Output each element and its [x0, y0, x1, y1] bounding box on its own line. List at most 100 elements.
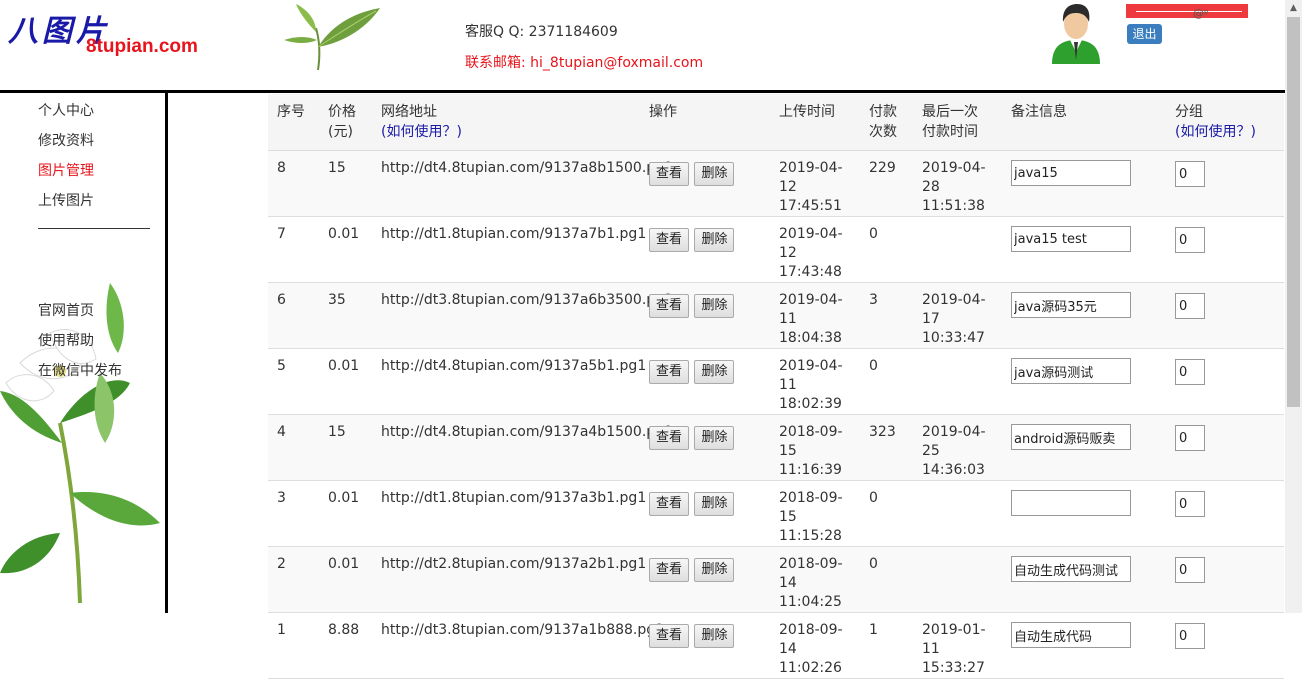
- page-scrollbar[interactable]: ▲: [1285, 0, 1302, 613]
- cell-upload-time: 2019-04-11 18:04:38: [770, 282, 860, 349]
- group-input[interactable]: [1175, 491, 1205, 517]
- cell-price: 0.01: [319, 480, 372, 547]
- cell-ops: 查看 删除: [640, 348, 770, 415]
- delete-button[interactable]: 删除: [694, 228, 735, 252]
- delete-button[interactable]: 删除: [694, 558, 735, 582]
- service-email: 联系邮箱: hi_8tupian@foxmail.com: [465, 55, 704, 71]
- cell-url: http://dt3.8tupian.com/9137a1b888.pg1: [372, 612, 664, 679]
- delete-button[interactable]: 删除: [694, 294, 735, 318]
- cell-price: 15: [319, 414, 372, 481]
- sidebar-divider: [38, 228, 150, 229]
- cell-ops: 查看 删除: [640, 480, 770, 547]
- user-mark: @ᵖ: [1193, 7, 1209, 20]
- header-divider: [0, 90, 1285, 93]
- group-input[interactable]: [1175, 425, 1205, 451]
- cell-price: 15: [319, 150, 372, 217]
- cell-price: 35: [319, 282, 372, 349]
- cell-upload-time: 2018-09-15 11:15:28: [770, 480, 860, 547]
- table-row: 1 8.88 http://dt3.8tupian.com/9137a1b888.p…: [268, 612, 1284, 679]
- cell-upload-time: 2019-04-12 17:45:51: [770, 150, 860, 217]
- image-table-container: 序号 价格 (元) 网络地址 (如何使用？) 操作 上传时间 付款 次数 最后一次 付款…: [268, 94, 1284, 679]
- cell-ops: 查看 删除: [640, 546, 770, 613]
- delete-button[interactable]: 删除: [694, 624, 735, 648]
- sidebar-item-help[interactable]: 使用帮助: [38, 330, 94, 350]
- cell-group: [1166, 612, 1284, 679]
- tea-leaf-icon: [284, 4, 380, 71]
- site-header: 八图片 8tupian.com 客服Q Q: 2371184609 联系邮箱: …: [0, 0, 1285, 90]
- cell-seq: 5: [268, 348, 319, 415]
- cell-price: 0.01: [319, 216, 372, 283]
- group-input[interactable]: [1175, 161, 1205, 187]
- cell-last-pay: [913, 480, 1002, 547]
- view-button[interactable]: 查看: [649, 558, 690, 582]
- view-button[interactable]: 查看: [649, 426, 690, 450]
- scrollbar-thumb[interactable]: [1287, 17, 1300, 407]
- view-button[interactable]: 查看: [649, 624, 690, 648]
- view-button[interactable]: 查看: [649, 162, 690, 186]
- group-input[interactable]: [1175, 359, 1205, 385]
- cell-note: [1002, 414, 1166, 481]
- url-help-link[interactable]: (如何使用？): [381, 124, 462, 140]
- cell-group: [1166, 546, 1284, 613]
- cell-note: [1002, 546, 1166, 613]
- delete-button[interactable]: 删除: [694, 360, 735, 384]
- cell-pay-count: 0: [860, 546, 913, 613]
- cell-upload-time: 2018-09-15 11:16:39: [770, 414, 860, 481]
- sidebar-item-homepage[interactable]: 官网首页: [38, 300, 94, 320]
- note-input[interactable]: [1011, 490, 1131, 516]
- delete-button[interactable]: 删除: [694, 162, 735, 186]
- cell-seq: 1: [268, 612, 319, 679]
- group-input[interactable]: [1175, 623, 1205, 649]
- cell-upload-time: 2019-04-12 17:43:48: [770, 216, 860, 283]
- view-button[interactable]: 查看: [649, 294, 690, 318]
- cell-upload-time: 2018-09-14 11:04:25: [770, 546, 860, 613]
- cell-last-pay: 2019-04-28 11:51:38: [913, 150, 1002, 217]
- cell-ops: 查看 删除: [640, 612, 770, 679]
- cell-ops: 查看 删除: [640, 150, 770, 217]
- logo-english[interactable]: 8tupian.com: [86, 36, 198, 58]
- cell-ops: 查看 删除: [640, 282, 770, 349]
- cell-price: 0.01: [319, 546, 372, 613]
- service-qq: 客服Q Q: 2371184609: [465, 24, 618, 40]
- cell-pay-count: 3: [860, 282, 913, 349]
- sidebar-item-upload[interactable]: 上传图片: [38, 190, 94, 210]
- note-input[interactable]: [1011, 622, 1131, 648]
- cell-url: http://dt2.8tupian.com/9137a2b1.pg1: [372, 546, 646, 613]
- group-help-link[interactable]: (如何使用？): [1175, 124, 1256, 140]
- cell-upload-time: 2018-09-14 11:02:26: [770, 612, 860, 679]
- sidebar: 个人中心 修改资料 图片管理 上传图片 官网首页 使用帮助 在微信中发布: [0, 93, 165, 613]
- delete-button[interactable]: 删除: [694, 492, 735, 516]
- note-input[interactable]: [1011, 424, 1131, 450]
- view-button[interactable]: 查看: [649, 360, 690, 384]
- note-input[interactable]: [1011, 292, 1131, 318]
- sidebar-item-edit-profile[interactable]: 修改资料: [38, 130, 94, 150]
- sidebar-divider-vertical: [165, 93, 168, 613]
- note-input[interactable]: [1011, 160, 1131, 186]
- group-input[interactable]: [1175, 227, 1205, 253]
- scroll-up-arrow-icon[interactable]: ▲: [1285, 0, 1302, 17]
- cell-group: [1166, 282, 1284, 349]
- cell-seq: 3: [268, 480, 319, 547]
- group-input[interactable]: [1175, 293, 1205, 319]
- username-redacted: [1126, 4, 1248, 18]
- cell-seq: 6: [268, 282, 319, 349]
- table-row: 4 15 http://dt4.8tupian.com/9137a4b1500.pg…: [268, 414, 1284, 481]
- cell-upload-time: 2019-04-11 18:02:39: [770, 348, 860, 415]
- cell-pay-count: 323: [860, 414, 913, 481]
- view-button[interactable]: 查看: [649, 492, 690, 516]
- cell-pay-count: 1: [860, 612, 913, 679]
- sidebar-item-image-manage[interactable]: 图片管理: [38, 160, 94, 180]
- cell-url: http://dt4.8tupian.com/9137a8b1500.pg1: [372, 150, 673, 217]
- cell-note: [1002, 612, 1166, 679]
- note-input[interactable]: [1011, 226, 1131, 252]
- header-group: 分组 (如何使用？): [1166, 94, 1284, 151]
- group-input[interactable]: [1175, 557, 1205, 583]
- sidebar-item-wechat-publish[interactable]: 在微信中发布: [38, 360, 122, 380]
- delete-button[interactable]: 删除: [694, 426, 735, 450]
- sidebar-item-profile[interactable]: 个人中心: [38, 100, 94, 120]
- cell-seq: 7: [268, 216, 319, 283]
- view-button[interactable]: 查看: [649, 228, 690, 252]
- logout-button[interactable]: 退出: [1127, 24, 1162, 44]
- note-input[interactable]: [1011, 556, 1131, 582]
- note-input[interactable]: [1011, 358, 1131, 384]
